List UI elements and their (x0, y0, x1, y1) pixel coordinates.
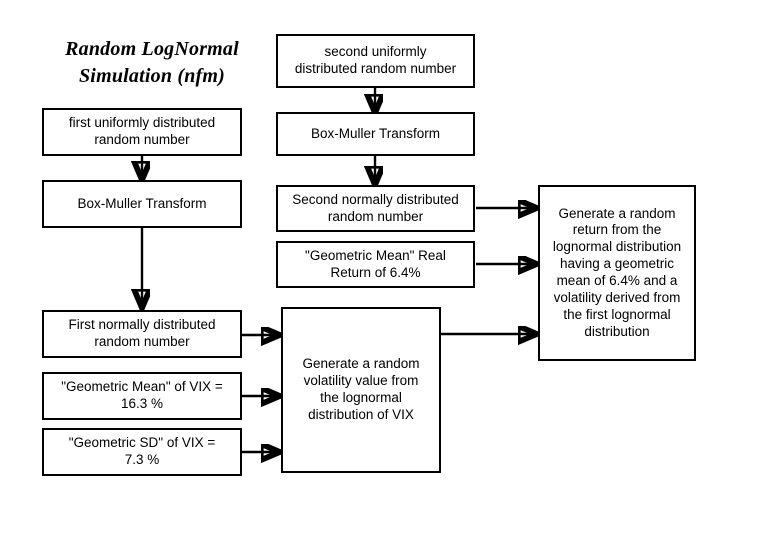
flowchart-canvas: Random LogNormal Simulation (nfm) first … (0, 0, 760, 540)
node-second-uniform-random-number[interactable]: second uniformly distributed random numb… (276, 34, 475, 88)
node-box-muller-transform-middle[interactable]: Box-Muller Transform (276, 112, 475, 156)
node-box-muller-transform-left[interactable]: Box-Muller Transform (42, 180, 242, 228)
node-geometric-sd-vix[interactable]: "Geometric SD" of VIX = 7.3 % (42, 428, 242, 476)
node-first-uniform-random-number[interactable]: first uniformly distributed random numbe… (42, 108, 242, 156)
diagram-title: Random LogNormal Simulation (nfm) (65, 38, 239, 87)
node-geometric-mean-real-return[interactable]: "Geometric Mean" Real Return of 6.4% (276, 241, 475, 288)
node-geometric-mean-vix[interactable]: "Geometric Mean" of VIX = 16.3 % (42, 372, 242, 420)
node-generate-random-volatility[interactable]: Generate a random volatility value from … (281, 307, 441, 473)
node-first-normal-random-number[interactable]: First normally distributed random number (42, 310, 242, 358)
node-second-normal-random-number[interactable]: Second normally distributed random numbe… (276, 185, 475, 232)
node-generate-random-return[interactable]: Generate a random return from the lognor… (538, 185, 696, 361)
